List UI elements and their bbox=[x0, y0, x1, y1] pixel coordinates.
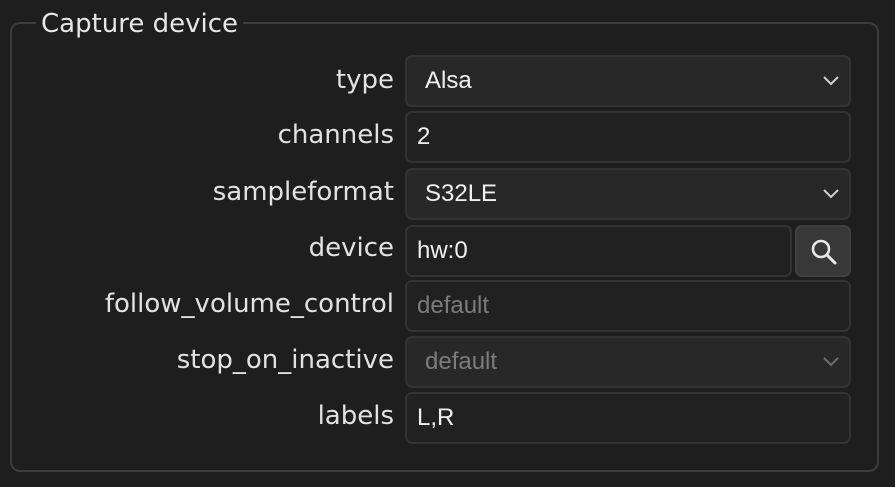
sampleformat-label: sampleformat bbox=[212, 177, 394, 207]
type-select[interactable]: Alsa bbox=[405, 55, 851, 107]
labels-field[interactable] bbox=[405, 392, 851, 444]
chevron-down-icon bbox=[823, 357, 839, 367]
type-label: type bbox=[335, 65, 394, 95]
labels-input[interactable] bbox=[417, 394, 839, 442]
channels-input[interactable] bbox=[417, 113, 839, 161]
sampleformat-select[interactable]: S32LE bbox=[405, 168, 851, 220]
device-label: device bbox=[308, 233, 394, 263]
sampleformat-select-value: S32LE bbox=[425, 180, 498, 207]
follow-volume-control-input[interactable] bbox=[417, 282, 839, 330]
follow-volume-control-label: follow_volume_control bbox=[104, 289, 394, 319]
stop-on-inactive-label: stop_on_inactive bbox=[176, 345, 394, 375]
channels-label: channels bbox=[277, 120, 394, 150]
chevron-down-icon bbox=[823, 189, 839, 199]
labels-label: labels bbox=[317, 401, 394, 431]
channels-field[interactable] bbox=[405, 111, 851, 163]
device-search-button[interactable] bbox=[795, 225, 851, 277]
device-field[interactable] bbox=[405, 225, 792, 277]
device-input[interactable] bbox=[417, 227, 780, 275]
stop-on-inactive-select-value: default bbox=[425, 348, 498, 375]
stop-on-inactive-select[interactable]: default bbox=[405, 336, 851, 388]
chevron-down-icon bbox=[823, 76, 839, 86]
type-select-value: Alsa bbox=[425, 67, 472, 94]
search-icon bbox=[811, 239, 837, 265]
group-title: Capture device bbox=[36, 6, 244, 42]
follow-volume-control-field[interactable] bbox=[405, 280, 851, 332]
